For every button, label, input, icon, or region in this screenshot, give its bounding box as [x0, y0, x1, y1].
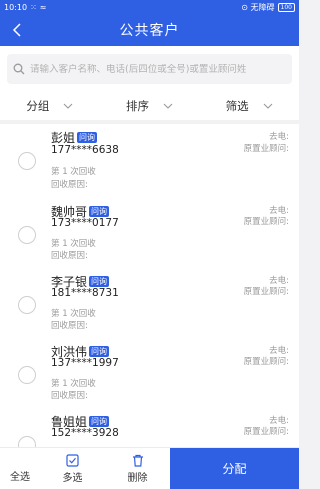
- multi-select-label: 多选: [62, 472, 83, 484]
- original-consultant: 原置业顾问:: [243, 427, 289, 437]
- select-all-button[interactable]: 全选: [0, 448, 40, 489]
- original-consultant: 原置业顾问:: [243, 357, 289, 367]
- customer-phone: 177****6638: [51, 144, 119, 156]
- nav-bar: 公共客户: [0, 14, 299, 46]
- filter-group[interactable]: 分组: [0, 98, 100, 114]
- page-title: 公共客户: [119, 23, 180, 39]
- status-badge: 问询: [77, 132, 98, 143]
- recycle-reason: 回收原因:: [51, 391, 88, 401]
- filter-sort-label: 排序: [126, 99, 149, 113]
- select-radio[interactable]: [18, 366, 36, 384]
- list-item[interactable]: 鲁姐姐 问询 152****3928 去电: 原置业顾问:: [0, 408, 299, 447]
- select-radio[interactable]: [18, 436, 36, 447]
- assign-button[interactable]: 分配: [170, 448, 299, 489]
- signal-icon: ⁙: [30, 2, 37, 12]
- multi-select-button[interactable]: 多选: [40, 448, 105, 489]
- search-input[interactable]: [30, 63, 285, 75]
- status-badge: 问询: [89, 276, 110, 287]
- recycle-reason: 回收原因:: [51, 321, 88, 331]
- chevron-down-icon: [63, 103, 73, 109]
- delete-label: 删除: [127, 472, 148, 484]
- customer-phone: 137****1997: [51, 357, 119, 369]
- filter-group-label: 分组: [26, 99, 50, 113]
- wifi-icon: ≈: [39, 2, 47, 12]
- status-badge: 问询: [89, 206, 110, 217]
- customer-list: 彭姐 问询 177****6638 第 1 次回收 回收原因: 去电: 原置业顾…: [0, 124, 299, 447]
- select-all-label: 全选: [10, 472, 30, 483]
- list-item[interactable]: 魏帅哥 问询 173****0177 第 1 次回收 回收原因: 去电: 原置业…: [0, 198, 299, 268]
- chevron-down-icon: [163, 103, 173, 109]
- checklist-icon: [66, 453, 79, 467]
- customer-phone: 173****0177: [51, 217, 119, 229]
- recycle-count: 第 1 次回收: [51, 309, 96, 319]
- recycle-reason: 回收原因:: [51, 180, 88, 190]
- chevron-down-icon: [263, 103, 273, 109]
- recycle-count: 第 1 次回收: [51, 379, 96, 389]
- status-left: 10:10 ⁙ ≈: [4, 3, 46, 12]
- assign-label: 分配: [222, 462, 247, 476]
- search-icon: [13, 63, 25, 75]
- original-consultant: 原置业顾问:: [243, 217, 289, 227]
- last-call: 去电:: [269, 132, 289, 142]
- search-area: [0, 46, 299, 92]
- select-radio[interactable]: [18, 296, 36, 314]
- customer-phone: 152****3928: [51, 427, 119, 439]
- original-consultant: 原置业顾问:: [243, 144, 289, 154]
- status-badge: 问询: [89, 346, 110, 357]
- status-right: ⊙ 无障碍 100: [241, 2, 295, 13]
- back-button[interactable]: [6, 19, 28, 41]
- filter-screen[interactable]: 筛选: [199, 98, 299, 114]
- filter-sort[interactable]: 排序: [100, 98, 200, 114]
- status-carrier: ⊙ 无障碍: [241, 2, 275, 12]
- status-badge: 问询: [89, 416, 110, 427]
- bottom-toolbar: 全选 多选 删除 分配: [0, 447, 299, 489]
- chevron-left-icon: [12, 23, 21, 37]
- status-time: 10:10: [4, 2, 28, 12]
- select-radio[interactable]: [18, 226, 36, 244]
- customer-phone: 181****8731: [51, 287, 119, 299]
- recycle-count: 第 1 次回收: [51, 167, 96, 177]
- battery-icon: 100: [277, 2, 295, 12]
- filter-bar: 分组 排序 筛选: [0, 92, 299, 120]
- select-radio[interactable]: [18, 152, 36, 170]
- list-item[interactable]: 彭姐 问询 177****6638 第 1 次回收 回收原因: 去电: 原置业顾…: [0, 124, 299, 198]
- search-box[interactable]: [7, 54, 292, 84]
- original-consultant: 原置业顾问:: [243, 287, 289, 297]
- status-bar: 10:10 ⁙ ≈ ⊙ 无障碍 100: [0, 0, 299, 14]
- list-item[interactable]: 李子银 问询 181****8731 第 1 次回收 回收原因: 去电: 原置业…: [0, 268, 299, 338]
- filter-screen-label: 筛选: [225, 99, 249, 113]
- trash-icon: [132, 454, 143, 467]
- delete-button[interactable]: 删除: [105, 448, 170, 489]
- recycle-count: 第 1 次回收: [51, 239, 96, 249]
- recycle-reason: 回收原因:: [51, 251, 88, 261]
- list-item[interactable]: 刘洪伟 问询 137****1997 第 1 次回收 回收原因: 去电: 原置业…: [0, 338, 299, 408]
